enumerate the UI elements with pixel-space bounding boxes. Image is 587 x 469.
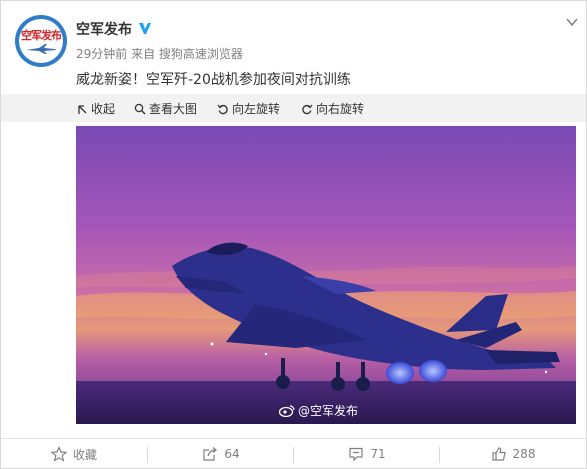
weibo-logo-icon — [279, 405, 295, 417]
verified-icon — [139, 23, 151, 34]
avatar[interactable]: 空军发布 — [15, 15, 67, 67]
favorite-button[interactable]: 收藏 — [1, 439, 147, 469]
avatar-seal-text: 空军发布 — [21, 29, 62, 42]
image-watermark: @空军发布 — [279, 402, 358, 419]
action-bar: 收藏 64 71 288 — [1, 438, 586, 469]
chevron-down-icon[interactable] — [566, 17, 578, 27]
j20-fighter-photo — [76, 126, 576, 424]
magnifier-icon — [134, 103, 146, 114]
view-large-button[interactable]: 查看大图 — [134, 100, 197, 117]
rotate-left-icon — [217, 104, 228, 114]
avatar-logo: 空军发布 — [19, 19, 63, 63]
comment-icon — [349, 447, 363, 462]
author-name[interactable]: 空军发布 — [76, 19, 132, 39]
rotate-right-icon — [302, 104, 313, 114]
collapse-button[interactable]: 收起 — [76, 100, 115, 117]
post-time[interactable]: 29分钟前 — [76, 47, 127, 61]
rotate-right-button[interactable]: 向右旋转 — [301, 100, 364, 117]
star-icon — [50, 446, 67, 462]
post-text: 威龙新姿！空军歼-20战机参加夜间对抗训练 — [76, 72, 351, 88]
thumbs-up-icon — [491, 447, 506, 461]
collapse-icon — [78, 104, 87, 114]
comment-count: 71 — [370, 447, 386, 461]
collapse-label: 收起 — [91, 102, 116, 116]
like-count: 288 — [512, 447, 536, 461]
post-source[interactable]: 来自 搜狗高速浏览器 — [131, 47, 243, 61]
repost-button[interactable]: 64 — [148, 439, 294, 469]
comment-button[interactable]: 71 — [294, 439, 440, 469]
rotate-right-label: 向右旋转 — [316, 102, 365, 116]
repost-count: 64 — [224, 447, 240, 461]
post-meta: 29分钟前 来自 搜狗高速浏览器 — [76, 45, 243, 62]
favorite-label: 收藏 — [72, 447, 97, 462]
watermark-text: @空军发布 — [298, 404, 359, 418]
repost-icon — [203, 447, 218, 461]
plane-logo-icon — [26, 44, 56, 54]
image-toolbar: 收起 查看大图 向左旋转 向右旋转 — [1, 94, 586, 122]
rotate-left-button[interactable]: 向左旋转 — [217, 100, 280, 117]
rotate-left-label: 向左旋转 — [232, 102, 281, 116]
weibo-card: 空军发布 空军发布 29分钟前 来自 搜狗高速浏览器 威龙新姿！空军歼-20战机… — [0, 0, 587, 469]
like-button[interactable]: 288 — [440, 439, 586, 469]
view-large-label: 查看大图 — [149, 102, 198, 116]
post-photo[interactable]: @空军发布 — [76, 126, 576, 424]
